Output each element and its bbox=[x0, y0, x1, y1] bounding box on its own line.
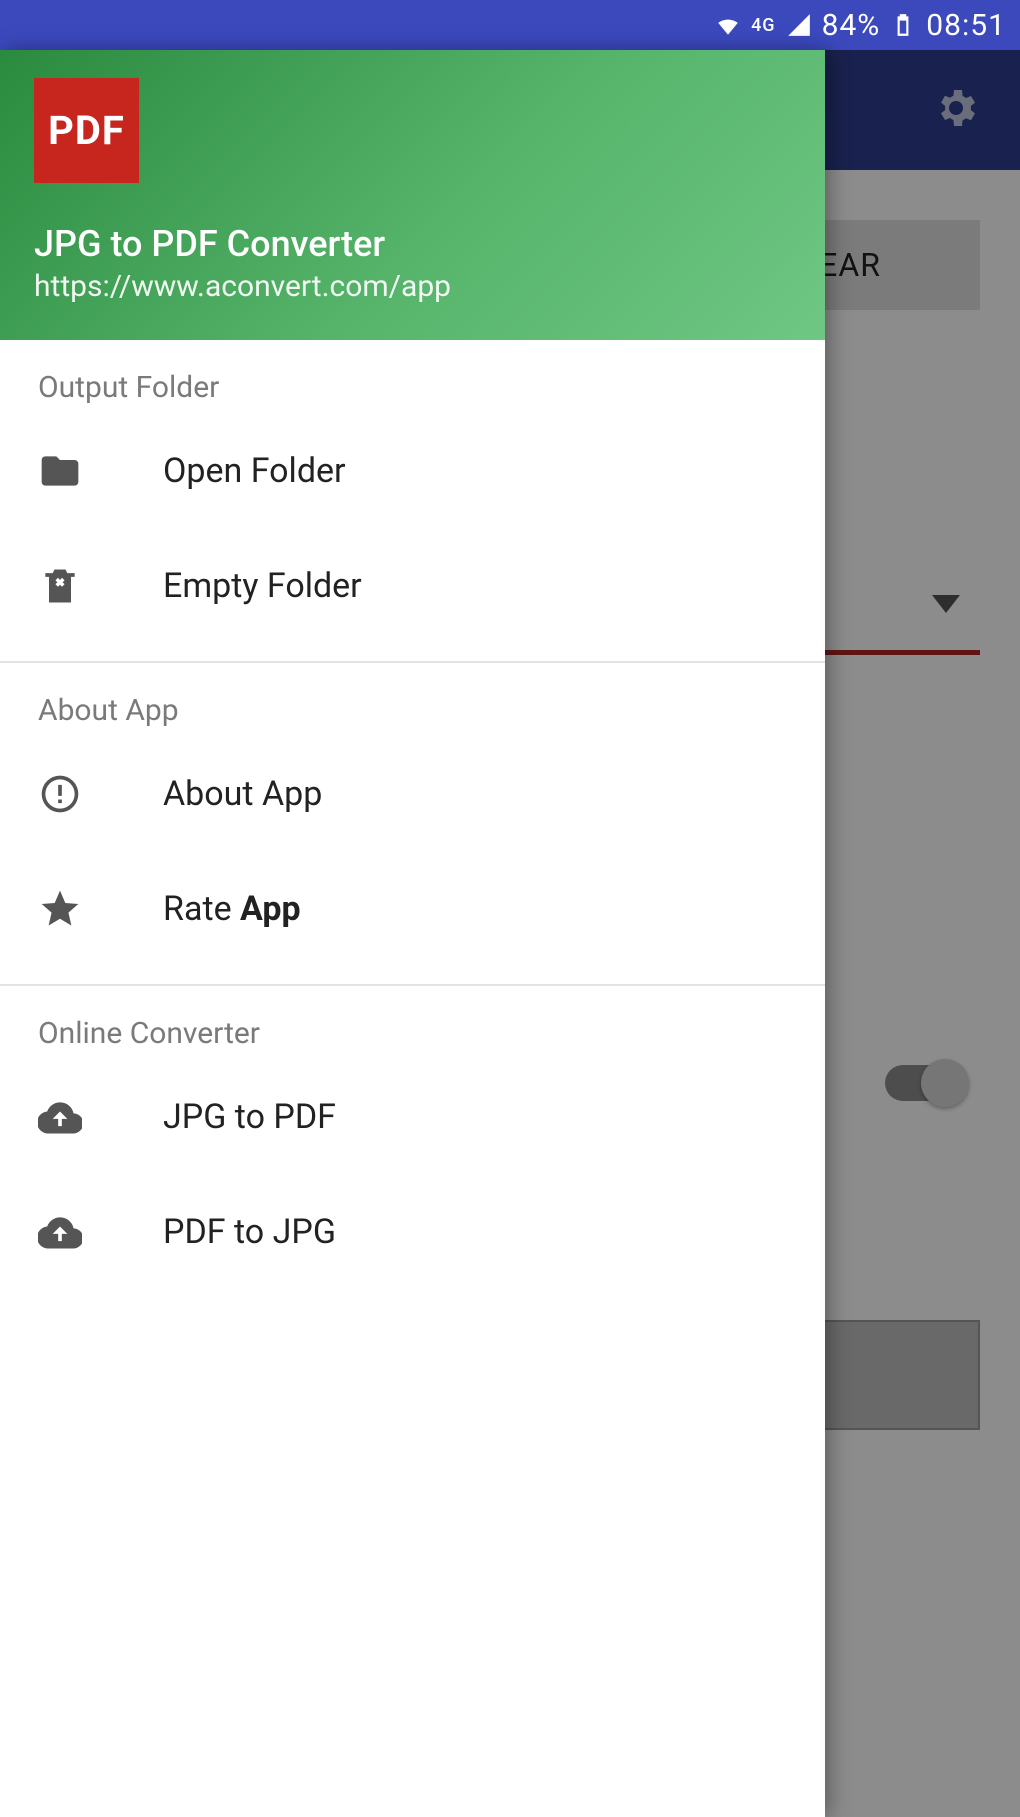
dropdown-caret-icon[interactable] bbox=[932, 595, 960, 613]
menu-item-jpg-to-pdf[interactable]: JPG to PDF bbox=[0, 1059, 825, 1174]
network-type: 4G bbox=[751, 15, 776, 36]
signal-icon bbox=[786, 12, 812, 38]
drawer-subtitle: https://www.aconvert.com/app bbox=[34, 269, 791, 304]
folder-icon bbox=[38, 449, 163, 493]
section-output-folder: Output Folder Open Folder Empty Folder bbox=[0, 340, 825, 663]
menu-item-label: About App bbox=[163, 774, 322, 814]
trash-icon bbox=[38, 564, 163, 608]
section-label-about-app: About App bbox=[0, 693, 825, 736]
section-label-online-converter: Online Converter bbox=[0, 1016, 825, 1059]
info-icon bbox=[38, 772, 163, 816]
toggle-switch[interactable] bbox=[885, 1065, 965, 1101]
menu-item-label: JPG to PDF bbox=[163, 1097, 336, 1137]
drawer-header: PDF JPG to PDF Converter https://www.aco… bbox=[0, 50, 825, 340]
menu-item-pdf-to-jpg[interactable]: PDF to JPG bbox=[0, 1174, 825, 1289]
battery-icon bbox=[890, 12, 916, 38]
menu-item-label: Rate App bbox=[163, 889, 301, 929]
app-logo: PDF bbox=[34, 78, 139, 183]
menu-item-label: Open Folder bbox=[163, 451, 346, 491]
cloud-upload-icon bbox=[38, 1095, 163, 1139]
cloud-upload-icon bbox=[38, 1210, 163, 1254]
menu-item-label: PDF to JPG bbox=[163, 1212, 336, 1252]
section-label-output-folder: Output Folder bbox=[0, 370, 825, 413]
menu-item-rate-app[interactable]: Rate App bbox=[0, 851, 825, 966]
section-online-converter: Online Converter JPG to PDF PDF to JPG bbox=[0, 986, 825, 1289]
settings-icon[interactable] bbox=[932, 84, 980, 136]
drawer-title: JPG to PDF Converter bbox=[34, 223, 791, 265]
menu-item-open-folder[interactable]: Open Folder bbox=[0, 413, 825, 528]
section-about-app: About App About App Rate App bbox=[0, 663, 825, 986]
menu-item-empty-folder[interactable]: Empty Folder bbox=[0, 528, 825, 643]
wifi-icon bbox=[715, 12, 741, 38]
menu-item-about-app[interactable]: About App bbox=[0, 736, 825, 851]
battery-percent: 84% bbox=[822, 8, 881, 43]
star-icon bbox=[38, 887, 163, 931]
clock: 08:51 bbox=[926, 8, 1006, 43]
status-bar: 4G 84% 08:51 bbox=[0, 0, 1020, 50]
navigation-drawer: PDF JPG to PDF Converter https://www.aco… bbox=[0, 50, 825, 1817]
app-logo-text: PDF bbox=[48, 107, 125, 154]
menu-item-label: Empty Folder bbox=[163, 566, 362, 606]
